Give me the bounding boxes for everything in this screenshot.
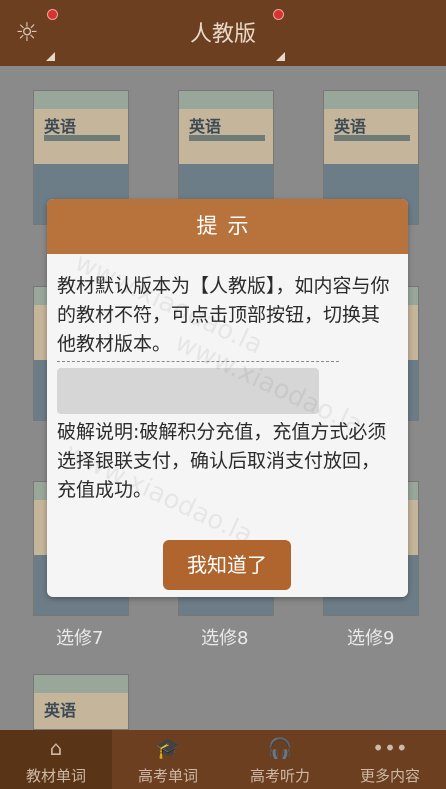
- book-caption: 选修9: [347, 628, 395, 649]
- top-bar: ☼ 人教版: [0, 0, 446, 66]
- book-title: 英语: [44, 701, 77, 720]
- book-title: 英语: [44, 117, 77, 136]
- home-icon: ⌂: [49, 736, 63, 760]
- nav-gaokao-listening[interactable]: 🎧 高考听力: [224, 730, 336, 789]
- nav-label: 教材单词: [25, 767, 86, 785]
- nav-gaokao-words[interactable]: 🎓 高考单词: [112, 730, 224, 789]
- book-caption: 选修7: [56, 628, 104, 649]
- corner-indicator: [276, 52, 285, 61]
- tip-dialog: www.xiaodao.la www.xiaodao.la www.xiaoda…: [47, 199, 408, 597]
- dialog-title: 提示: [47, 199, 408, 254]
- got-it-button[interactable]: 我知道了: [163, 540, 291, 590]
- bottom-nav: ⌂ 教材单词 🎓 高考单词 🎧 高考听力 ••• 更多内容: [0, 730, 446, 789]
- corner-indicator: [46, 52, 55, 61]
- book-caption: 选修8: [201, 628, 249, 649]
- book-title: 英语: [189, 117, 222, 136]
- nav-label: 更多内容: [359, 767, 420, 785]
- more-dots-icon: •••: [372, 736, 408, 760]
- nav-label: 高考听力: [249, 767, 310, 785]
- nav-more[interactable]: ••• 更多内容: [334, 730, 446, 789]
- book-title: 英语: [334, 117, 367, 136]
- graduation-cap-icon: 🎓: [155, 736, 181, 760]
- nav-textbook-words[interactable]: ⌂ 教材单词: [0, 730, 112, 789]
- edition-title[interactable]: 人教版: [0, 16, 446, 48]
- nav-label: 高考单词: [137, 767, 198, 785]
- notification-dot: [273, 9, 284, 20]
- headphones-icon: 🎧: [267, 736, 293, 760]
- book-cover[interactable]: 英语: [33, 674, 129, 730]
